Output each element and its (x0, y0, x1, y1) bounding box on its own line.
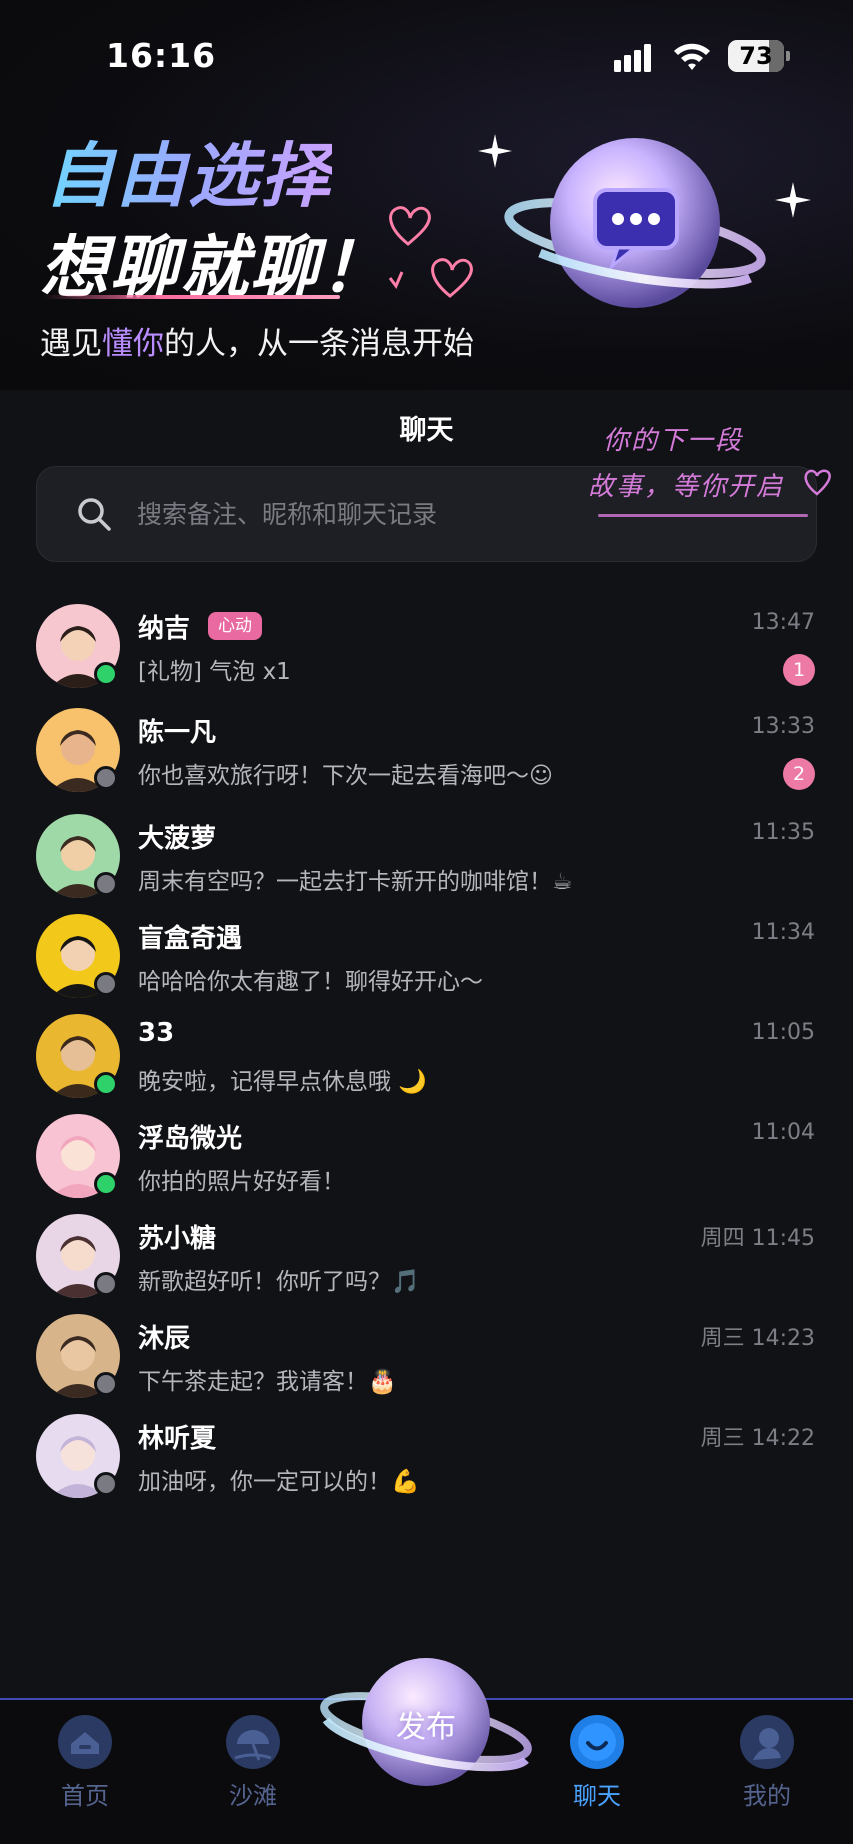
chat-time: 11:34 (751, 920, 815, 945)
offline-status-dot (94, 1472, 118, 1496)
chat-preview: 你也喜欢旅行呀！下次一起去看海吧～☺ (138, 763, 553, 789)
chat-time: 11:35 (751, 820, 815, 845)
nav-chat-label: 聊天 (573, 1782, 621, 1810)
chat-time: 周三 14:23 (700, 1326, 815, 1351)
chat-preview: 你拍的照片好好看！ (138, 1169, 345, 1195)
hero-subtitle: 遇见懂你的人，从一条消息开始 (40, 318, 474, 363)
offline-status-dot (94, 1272, 118, 1296)
nav-beach-label: 沙滩 (229, 1782, 277, 1810)
chat-row[interactable]: 纳吉 心动 [礼物] 气泡 x1 13:47 1 (0, 596, 853, 714)
nav-beach[interactable]: 沙滩 (198, 1714, 308, 1824)
sparkle-icon (775, 182, 811, 218)
handwriting-line1: 你的下一段 (603, 426, 744, 456)
chat-preview: 周末有空吗？一起去打卡新开的咖啡馆！☕ (138, 869, 573, 895)
chat-time: 11:05 (751, 1020, 815, 1045)
chat-row[interactable]: 陈一凡你也喜欢旅行呀！下次一起去看海吧～☺ 13:33 2 (0, 700, 853, 818)
profile-icon (740, 1715, 794, 1769)
chat-time: 13:33 (751, 714, 815, 739)
chat-name: 林听夏 (138, 1424, 217, 1454)
chat-name: 盲盒奇遇 (138, 924, 243, 954)
status-time: 16:16 (106, 36, 217, 75)
relationship-badge: 心动 (208, 612, 262, 640)
online-status-dot (94, 1172, 118, 1196)
offline-status-dot (94, 766, 118, 790)
chat-time: 11:04 (751, 1120, 815, 1145)
chat-time: 周三 14:22 (700, 1426, 815, 1451)
online-status-dot (94, 662, 118, 686)
hero-title-line1: 自由选择 (44, 120, 332, 221)
status-bar: 16:16 73 (0, 0, 853, 110)
heart-icon (804, 469, 831, 496)
search-icon (78, 498, 111, 531)
chat-name: 浮岛微光 (138, 1124, 243, 1154)
offline-status-dot (94, 1372, 118, 1396)
publish-label: 发布 (396, 1710, 456, 1745)
handwriting-line2: 故事，等你开启 (588, 472, 785, 502)
home-icon (58, 1715, 112, 1769)
chat-name: 苏小糖 (138, 1224, 217, 1254)
battery-level: 73 (739, 42, 773, 70)
chat-time: 13:47 (751, 610, 815, 635)
chat-preview: 晚安啦，记得早点休息哦 🌙 (138, 1069, 427, 1095)
nav-me[interactable]: 我的 (712, 1714, 822, 1824)
publish-button[interactable]: 发布 (316, 1650, 536, 1800)
battery-icon: 73 (728, 40, 790, 72)
unread-count-badge: 1 (783, 654, 815, 686)
chat-smile-icon (570, 1715, 624, 1769)
offline-status-dot (94, 872, 118, 896)
nav-me-label: 我的 (743, 1782, 791, 1810)
nav-home-label: 首页 (61, 1782, 109, 1810)
unread-count-badge: 2 (783, 758, 815, 790)
chat-time: 周四 11:45 (700, 1226, 815, 1251)
hearts-icon (388, 206, 473, 298)
hero-subtitle-end: 的人，从一条消息开始 (164, 326, 474, 362)
chat-preview: 哈哈哈你太有趣了！聊得好开心～ (138, 969, 483, 995)
chat-preview: 新歌超好听！你听了吗？🎵 (138, 1269, 420, 1295)
wifi-icon (674, 43, 710, 70)
chat-preview: [礼物] 气泡 x1 (138, 659, 291, 685)
chat-name: 大菠萝 (138, 824, 217, 854)
beach-umbrella-icon (226, 1715, 280, 1769)
chat-row[interactable]: 林听夏加油呀，你一定可以的！💪 周三 14:22 (0, 1406, 853, 1524)
chat-name: 纳吉 (138, 614, 191, 644)
chat-name: 沐辰 (138, 1324, 191, 1354)
hero-subtitle-start: 遇见 (40, 326, 102, 362)
handwriting-underline (598, 514, 808, 517)
nav-home[interactable]: 首页 (30, 1714, 140, 1824)
nav-chat[interactable]: 聊天 (542, 1714, 652, 1824)
chat-name: 陈一凡 (138, 718, 217, 748)
offline-status-dot (94, 972, 118, 996)
chat-preview: 下午茶走起？我请客！🎂 (138, 1369, 397, 1395)
hero-subtitle-highlight: 懂你 (102, 326, 164, 362)
cellular-signal-icon (614, 44, 651, 72)
battery-cap (786, 51, 790, 61)
chat-preview: 加油呀，你一定可以的！💪 (138, 1469, 420, 1495)
chat-name: 33 (138, 1018, 175, 1048)
hero-underline (44, 295, 340, 299)
chat-planet-icon (504, 138, 766, 308)
online-status-dot (94, 1072, 118, 1096)
